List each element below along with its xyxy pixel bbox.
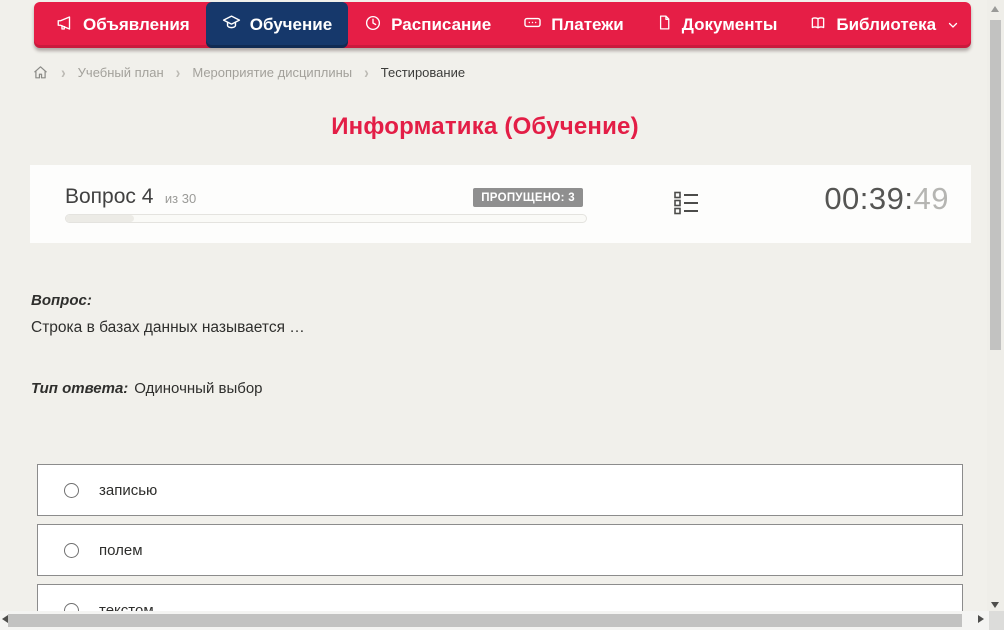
scroll-up-arrow[interactable] [991,6,999,12]
nav-item-label: Платежи [551,15,624,35]
vertical-scrollbar-thumb[interactable] [990,20,1001,350]
nav-item-label: Обучение [250,15,332,35]
nav-item-payments[interactable]: Платежи [507,2,640,48]
scroll-right-arrow[interactable] [978,615,984,623]
question-prompt-label: Вопрос: [31,292,931,309]
answer-option-1[interactable]: записью [37,464,963,516]
timer-main: 00:39: [824,181,913,216]
nav-item-label: Расписание [391,15,491,35]
question-list-icon[interactable] [672,189,700,222]
answer-type-value: Одиночный выбор [134,380,262,397]
skipped-badge: ПРОПУЩЕНО: 3 [473,188,583,207]
nav-item-announcements[interactable]: Объявления [40,2,206,48]
breadcrumb-separator: › [176,62,181,81]
radio-button[interactable] [64,483,79,498]
clock-icon [364,14,382,37]
horizontal-scrollbar[interactable] [0,611,989,630]
chevron-down-icon [947,19,959,31]
nav-item-label: Документы [682,15,778,35]
answer-type-row: Тип ответа: Одиночный выбор [31,380,931,397]
breadcrumb-separator: › [61,62,66,81]
question-progress-block: Вопрос 4 из 30 ПРОПУЩЕНО: 3 [65,185,585,211]
question-total: из 30 [165,191,196,206]
nav-item-schedule[interactable]: Расписание [348,2,507,48]
banknote-icon [523,13,542,37]
book-icon [809,14,827,37]
page-title: Информатика (Обучение) [0,113,970,141]
nav-item-label: Библиотека [836,15,936,35]
breadcrumb-curriculum[interactable]: Учебный план [78,65,164,80]
answer-option-2[interactable]: полем [37,524,963,576]
question-header-card: Вопрос 4 из 30 ПРОПУЩЕНО: 3 00:39:49 [30,165,971,243]
breadcrumb-separator: › [364,62,369,81]
document-icon [656,14,673,36]
progress-fill [66,215,134,222]
graduation-cap-icon [222,13,241,37]
question-number: Вопрос 4 [65,185,153,208]
breadcrumb: › Учебный план › Мероприятие дисциплины … [32,62,465,82]
vertical-scrollbar[interactable] [987,0,1004,630]
nav-item-label: Объявления [83,15,190,35]
nav-item-documents[interactable]: Документы [640,2,794,48]
option-label: полем [99,542,143,559]
answer-type-label: Тип ответа: [31,380,128,397]
answer-options: записью полем текстом [37,464,963,630]
megaphone-icon [56,14,74,37]
scroll-down-arrow[interactable] [991,602,999,608]
top-navigation: Объявления Обучение Расписание Платежи Д… [34,2,971,48]
nav-item-library[interactable]: Библиотека [793,2,975,48]
timer-seconds: 49 [914,181,949,216]
radio-button[interactable] [64,543,79,558]
option-label: записью [99,482,157,499]
question-progress-bar [65,214,587,223]
horizontal-scrollbar-thumb[interactable] [8,614,962,627]
question-text: Строка в базах данных называется … [31,319,931,337]
countdown-timer: 00:39:49 [824,181,949,217]
nav-item-learning[interactable]: Обучение [206,2,348,48]
scrollbar-corner [989,611,1004,630]
home-icon[interactable] [32,64,49,81]
breadcrumb-discipline-event[interactable]: Мероприятие дисциплины [192,65,352,80]
breadcrumb-testing: Тестирование [381,65,465,80]
question-body: Вопрос: Строка в базах данных называется… [31,292,931,397]
